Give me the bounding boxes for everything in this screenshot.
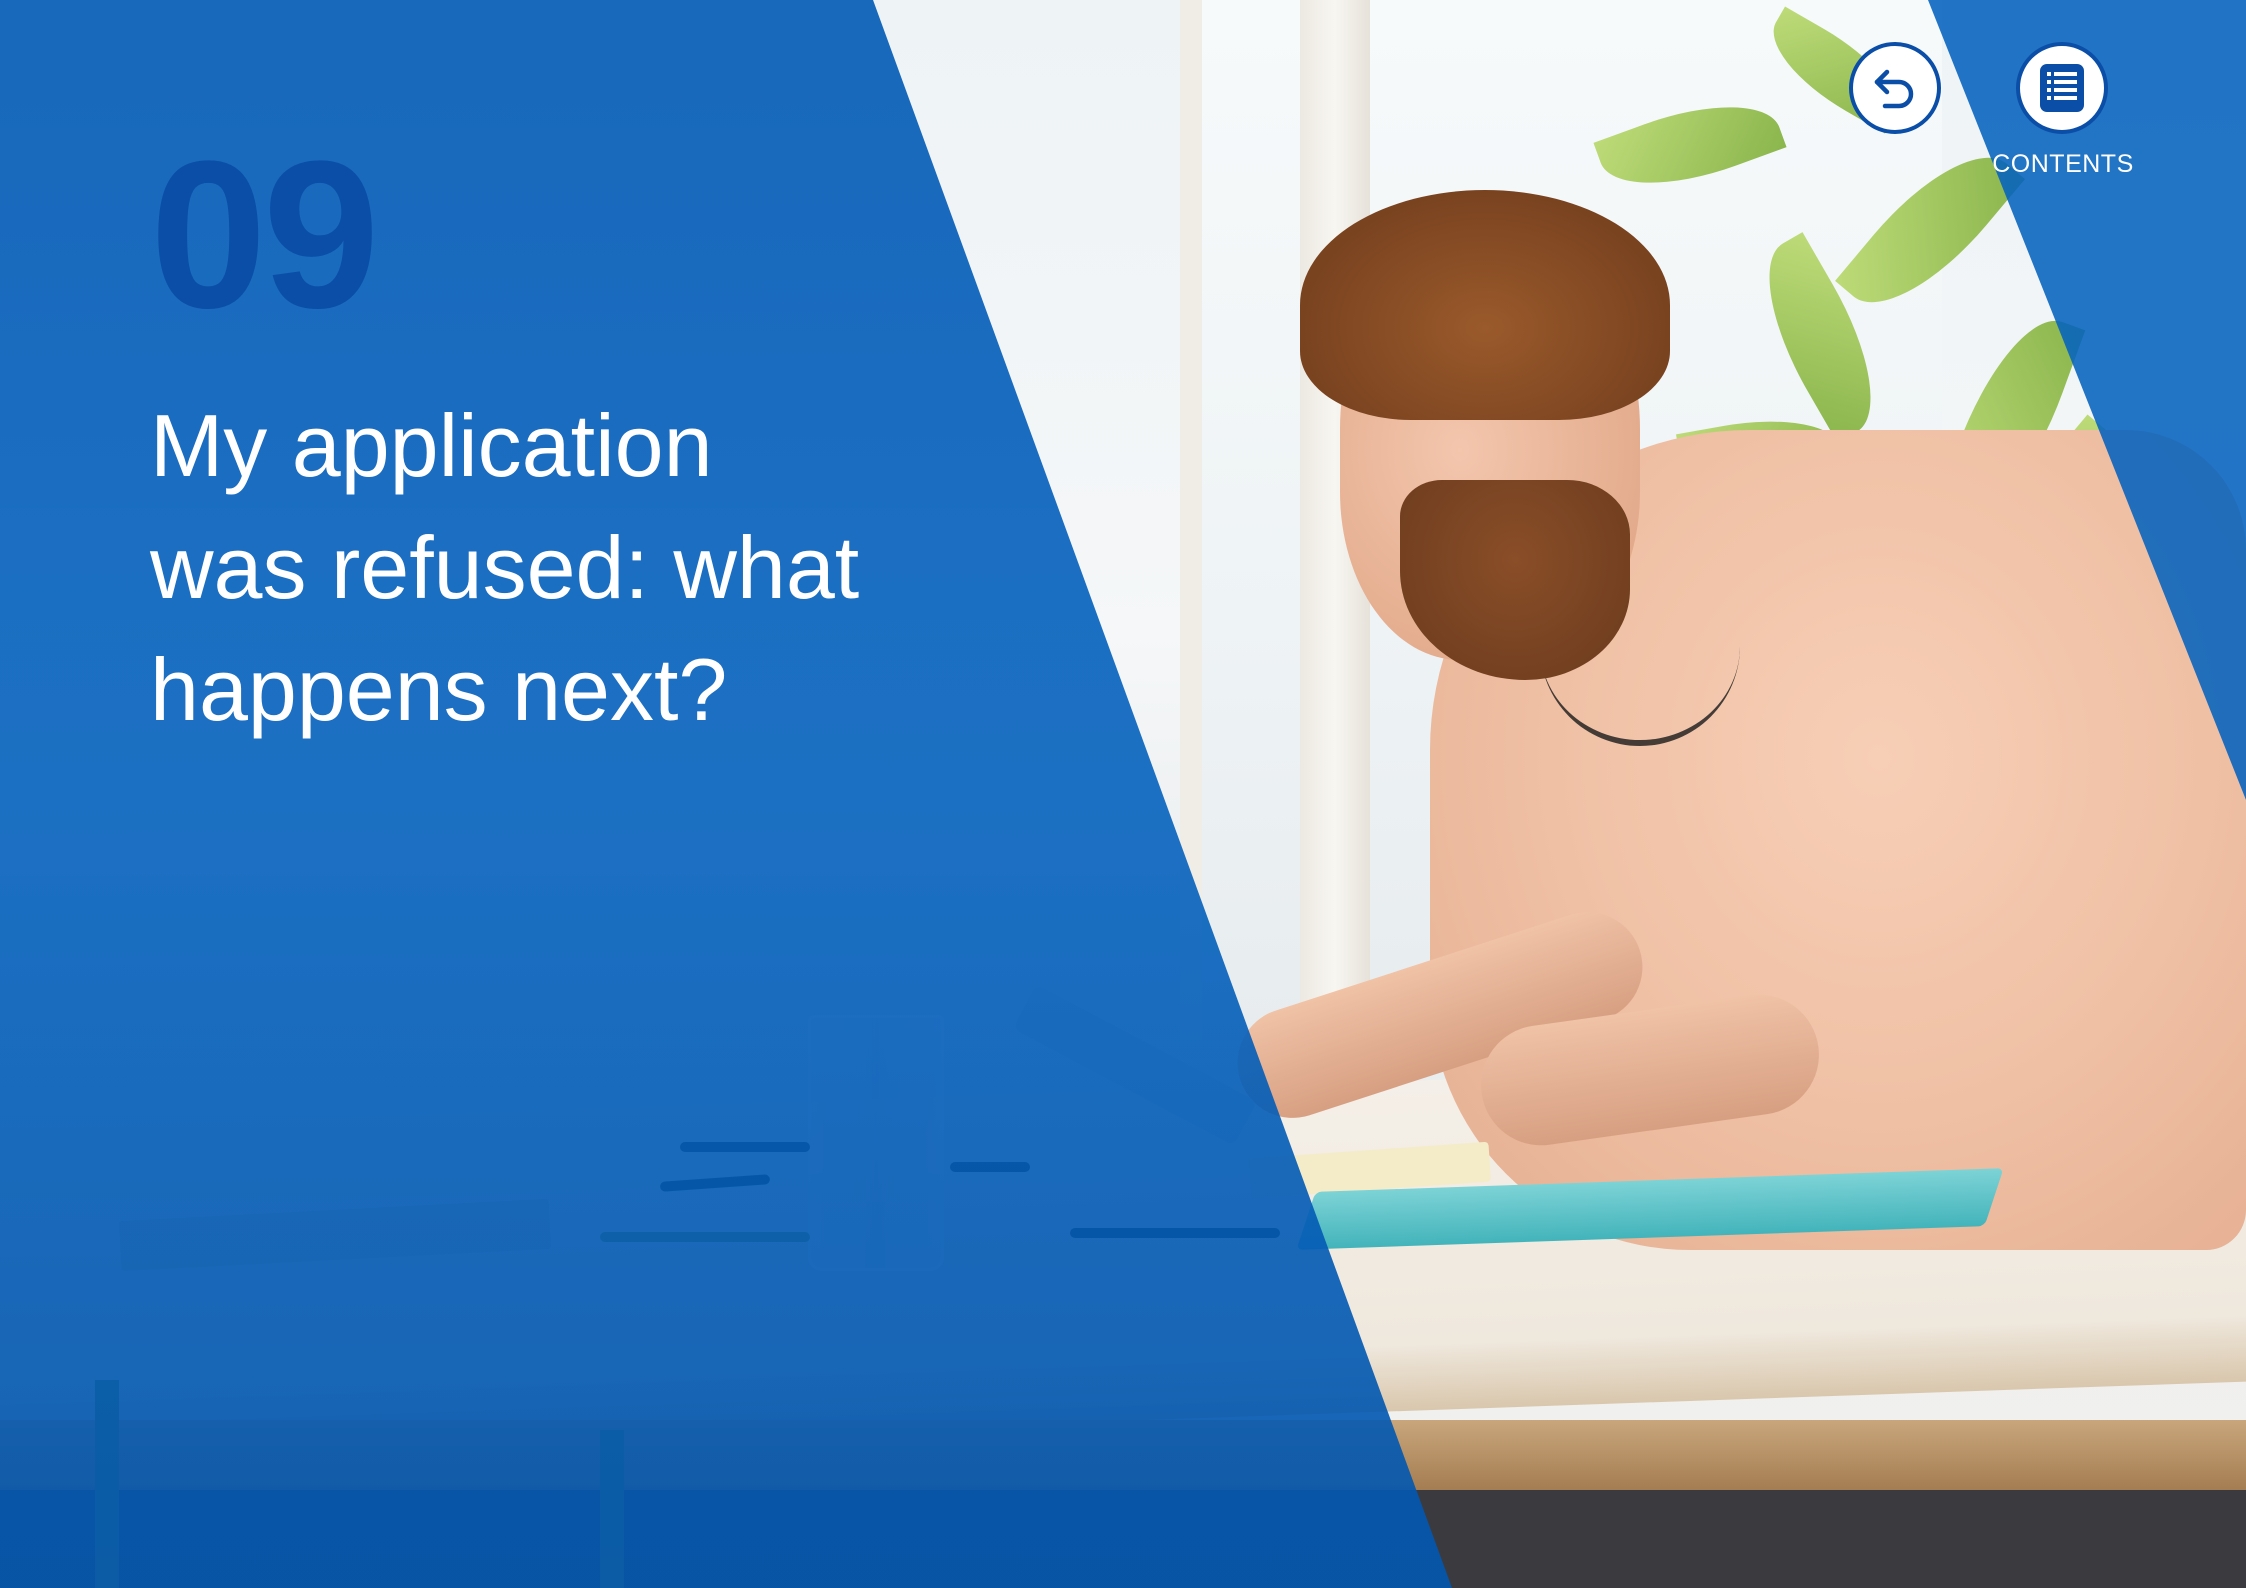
title-line: was refused: what xyxy=(150,518,860,617)
person-hair xyxy=(1300,190,1670,420)
chapter-number: 09 xyxy=(150,117,380,352)
back-arrow-icon xyxy=(1865,58,1925,118)
back-button[interactable] xyxy=(1849,42,1941,134)
contents-button[interactable] xyxy=(2016,42,2108,134)
contents-label[interactable]: CONTENTS xyxy=(1980,150,2146,179)
slide: 09 My application was refused: what happ… xyxy=(0,0,2246,1588)
title-line: My application xyxy=(150,396,713,495)
page-title: My application was refused: what happens… xyxy=(150,385,970,751)
list-icon xyxy=(2034,60,2090,116)
title-line: happens next? xyxy=(150,640,728,739)
